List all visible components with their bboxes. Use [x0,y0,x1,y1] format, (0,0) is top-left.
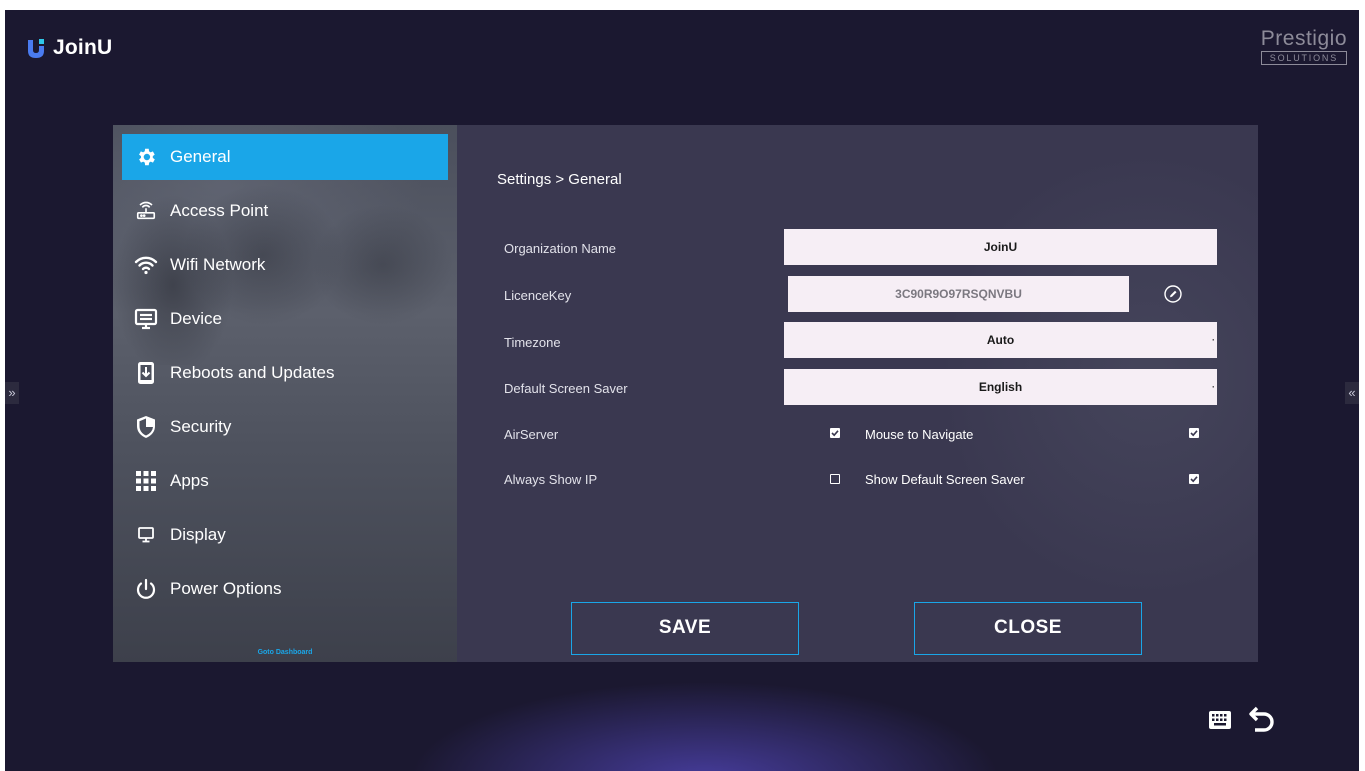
sidebar: General Access Point Wifi Network Device [113,125,457,662]
router-icon [134,199,158,223]
show-screen-saver-checkbox[interactable] [1189,474,1199,484]
back-icon[interactable] [1249,706,1275,734]
mouse-navigate-checkbox[interactable] [1189,428,1199,438]
licence-key-label: LicenceKey [504,288,572,303]
app-logo: JoinU [25,36,112,60]
edit-pencil-icon[interactable] [1164,285,1182,303]
brand-logo: Prestigio SOLUTIONS [1260,27,1347,65]
dropdown-icon: · [1212,335,1215,345]
organization-name-field[interactable]: JoinU [784,229,1217,265]
sidebar-item-label: General [170,147,231,166]
expand-right-button[interactable]: « [1345,382,1359,404]
screen-saver-label: Default Screen Saver [504,381,628,396]
brand-subtitle: SOLUTIONS [1260,51,1347,65]
settings-content: Settings > General Organization Name Joi… [457,125,1258,662]
keyboard-icon[interactable] [1209,711,1231,729]
brand-name: Prestigio [1260,27,1347,50]
sidebar-item-access-point[interactable]: Access Point [122,188,448,234]
display-icon [134,523,158,547]
sidebar-item-reboots-updates[interactable]: Reboots and Updates [122,350,448,396]
timezone-label: Timezone [504,335,561,350]
sidebar-item-label: Wifi Network [170,255,266,274]
always-show-ip-checkbox[interactable] [830,474,840,484]
check-icon [1190,430,1198,437]
grid-icon [134,469,158,493]
licence-key-field[interactable]: 3C90R9O97RSQNVBU [788,276,1129,312]
download-icon [134,361,158,385]
settings-panel: General Access Point Wifi Network Device [113,125,1258,662]
sidebar-item-label: Apps [170,471,209,490]
expand-left-button[interactable]: » [5,382,19,404]
sidebar-item-power-options[interactable]: Power Options [122,566,448,612]
app-name: JoinU [53,36,113,59]
timezone-select[interactable]: Auto · [784,322,1217,358]
save-button[interactable]: SAVE [571,602,799,655]
wifi-icon [134,253,158,277]
sidebar-item-label: Security [170,417,232,436]
sidebar-item-label: Device [170,309,222,328]
timezone-value: Auto [986,333,1015,347]
always-show-ip-label: Always Show IP [504,472,598,487]
joinu-logo-icon [28,39,44,58]
sidebar-item-label: Display [170,525,226,544]
gear-icon [134,145,158,169]
shield-icon [134,415,158,439]
sidebar-item-label: Reboots and Updates [170,363,335,382]
goto-dashboard-link[interactable]: Goto Dashboard [113,649,457,656]
sidebar-item-general[interactable]: General [122,134,448,180]
sidebar-item-security[interactable]: Security [122,404,448,450]
app-screen: JoinU Prestigio SOLUTIONS » « General Ac… [5,10,1359,771]
dropdown-icon: · [1212,382,1215,392]
mouse-navigate-label: Mouse to Navigate [865,427,974,442]
screen-saver-value: English [978,380,1023,394]
breadcrumb: Settings > General [497,171,622,188]
screen-saver-select[interactable]: English · [784,369,1217,405]
show-screen-saver-label: Show Default Screen Saver [865,472,1025,487]
monitor-icon [134,307,158,331]
sidebar-item-display[interactable]: Display [122,512,448,558]
power-icon [134,577,158,601]
sidebar-item-label: Access Point [170,201,269,220]
check-icon [831,430,839,437]
airserver-label: AirServer [504,427,559,442]
sidebar-item-label: Power Options [170,579,282,598]
check-icon [1190,476,1198,483]
sidebar-item-wifi-network[interactable]: Wifi Network [122,242,448,288]
sidebar-item-apps[interactable]: Apps [122,458,448,504]
organization-name-label: Organization Name [504,241,616,256]
close-button[interactable]: CLOSE [914,602,1142,655]
sidebar-item-device[interactable]: Device [122,296,448,342]
airserver-checkbox[interactable] [830,428,840,438]
